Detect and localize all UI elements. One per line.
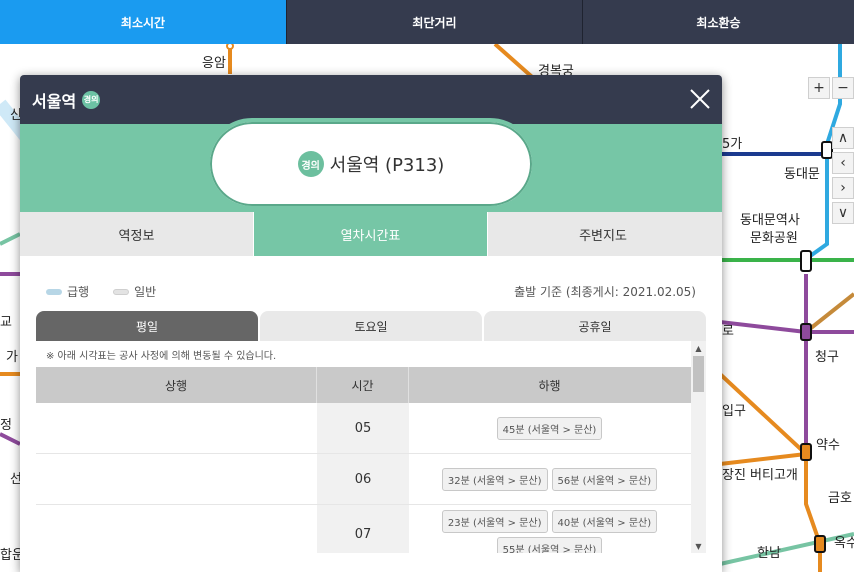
pan-up-button[interactable]: ∧ [832,127,854,149]
scroll-thumb[interactable] [693,356,704,392]
table-row: 07 23분 (서울역 > 문산) 40분 (서울역 > 문산) 55분 (서울… [36,505,706,553]
zoom-out-button[interactable]: − [832,77,854,99]
station-label-ipgu[interactable]: 입구 [722,400,746,419]
up-cell [36,403,317,453]
station-label-left-ga[interactable]: 가 [6,346,18,365]
line-badge-icon: 경의 [297,151,324,177]
station-label-left-gyo[interactable]: 교 [0,311,12,330]
down-cell: 23분 (서울역 > 문산) 40분 (서울역 > 문산) 55분 (서울역 >… [409,505,690,553]
station-label-cheonggu[interactable]: 청구 [815,346,839,365]
down-cell: 32분 (서울역 > 문산) 56분 (서울역 > 문산) [409,454,690,504]
tab-saturday[interactable]: 토요일 [260,311,482,341]
modal-tabs: 역정보 열차시간표 주변지도 [20,212,722,256]
up-cell [36,505,317,553]
legend-normal-label: 일반 [134,285,157,299]
up-cell [36,454,317,504]
hour-cell: 06 [317,454,409,504]
close-icon[interactable] [688,87,712,111]
scroll-down-icon[interactable]: ▼ [691,539,706,553]
header-hour: 시간 [317,367,409,403]
down-cell: 45분 (서울역 > 문산) [409,403,690,453]
timetable-scrollbar[interactable]: ▲ ▼ [691,341,706,553]
route-tabs: 최소시간 최단거리 최소환승 [0,0,854,44]
station-label-5ga[interactable]: 5가 [722,133,742,152]
tab-weekday[interactable]: 평일 [36,311,258,341]
station-label-geumho[interactable]: 금호 [828,487,852,506]
tab-nearby-map[interactable]: 주변지도 [488,212,718,256]
legend: 급행 일반 출발 기준 (최종게시: 2021.02.05) [36,256,706,311]
header-up: 상행 [36,367,317,403]
station-label-beotigogae[interactable]: 장진 버티고개 [722,464,798,483]
tab-minimum-transfer[interactable]: 최소환승 [583,0,854,44]
timetable-panel: 급행 일반 출발 기준 (최종게시: 2021.02.05) 평일 토요일 공휴… [20,256,722,553]
legend-express-label: 급행 [67,285,90,299]
header-down: 하행 [538,378,561,393]
tab-train-timetable[interactable]: 열차시간표 [254,212,488,256]
station-label-ro[interactable]: 로 [722,320,734,339]
station-label-yaksu[interactable]: 약수 [816,434,840,453]
tab-holiday[interactable]: 공휴일 [484,311,706,341]
departure-chip[interactable]: 32분 (서울역 > 문산) [441,467,548,491]
station-label-eungam[interactable]: 응암 [202,52,226,71]
zoom-in-button[interactable]: + [808,77,830,99]
station-label-dongdaemun[interactable]: 동대문 [784,163,820,182]
hour-cell: 07 [317,505,409,553]
table-row: 06 32분 (서울역 > 문산) 56분 (서울역 > 문산) [36,454,706,505]
station-label-oksu[interactable]: 옥수 [834,532,854,551]
station-label-hannam[interactable]: 한남 [757,542,781,561]
tab-shortest-distance[interactable]: 최단거리 [287,0,583,44]
modal-header: 서울역 경의 [20,75,722,124]
departure-chip[interactable]: 45분 (서울역 > 문산) [496,416,603,440]
line-badge-icon: 경의 [82,90,101,109]
pan-right-button[interactable]: › [832,177,854,199]
tab-station-info[interactable]: 역정보 [20,212,254,256]
scroll-up-icon[interactable]: ▲ [691,341,706,355]
express-swatch-icon [46,288,62,295]
timetable-notice: ※ 아래 시각표는 공사 사정에 의해 변동될 수 있습니다. [46,350,277,362]
pan-down-button[interactable]: ∨ [832,202,854,224]
tab-minimum-time[interactable]: 최소시간 [0,0,287,44]
station-hero: 경의 서울역 (P313) [20,118,722,212]
table-row: 05 45분 (서울역 > 문산) [36,403,706,454]
modal-title: 서울역 [32,91,77,111]
legend-normal: 일반 [113,283,156,300]
departure-chip[interactable]: 23분 (서울역 > 문산) [441,509,548,533]
timetable-table: ※ 아래 시각표는 공사 사정에 의해 변동될 수 있습니다. 상행 시간 하행… [36,341,706,553]
timetable-basis-date: 출발 기준 (최종게시: 2021.02.05) [514,285,696,299]
departure-chip[interactable]: 55분 (서울역 > 문산) [496,536,603,553]
departure-chip[interactable]: 56분 (서울역 > 문산) [551,467,658,491]
station-modal: 서울역 경의 경의 서울역 (P313) 역정보 열차시간표 주변지도 급행 일… [20,75,722,572]
hour-cell: 05 [317,403,409,453]
legend-express: 급행 [46,283,89,300]
departure-chip[interactable]: 40분 (서울역 > 문산) [551,509,658,533]
normal-swatch-icon [113,288,130,295]
station-name: 서울역 (P313) [329,155,445,176]
day-tabs: 평일 토요일 공휴일 [36,311,706,341]
station-name-pill: 경의 서울역 (P313) [206,118,536,210]
station-label-ddp-line1[interactable]: 동대문역사 [740,209,800,228]
pan-left-button[interactable]: ‹ [832,152,854,174]
timetable-header: 상행 시간 하행 [36,367,706,403]
station-label-left-jeong[interactable]: 정 [0,414,12,433]
station-label-ddp-line2[interactable]: 문화공원 [750,227,798,246]
